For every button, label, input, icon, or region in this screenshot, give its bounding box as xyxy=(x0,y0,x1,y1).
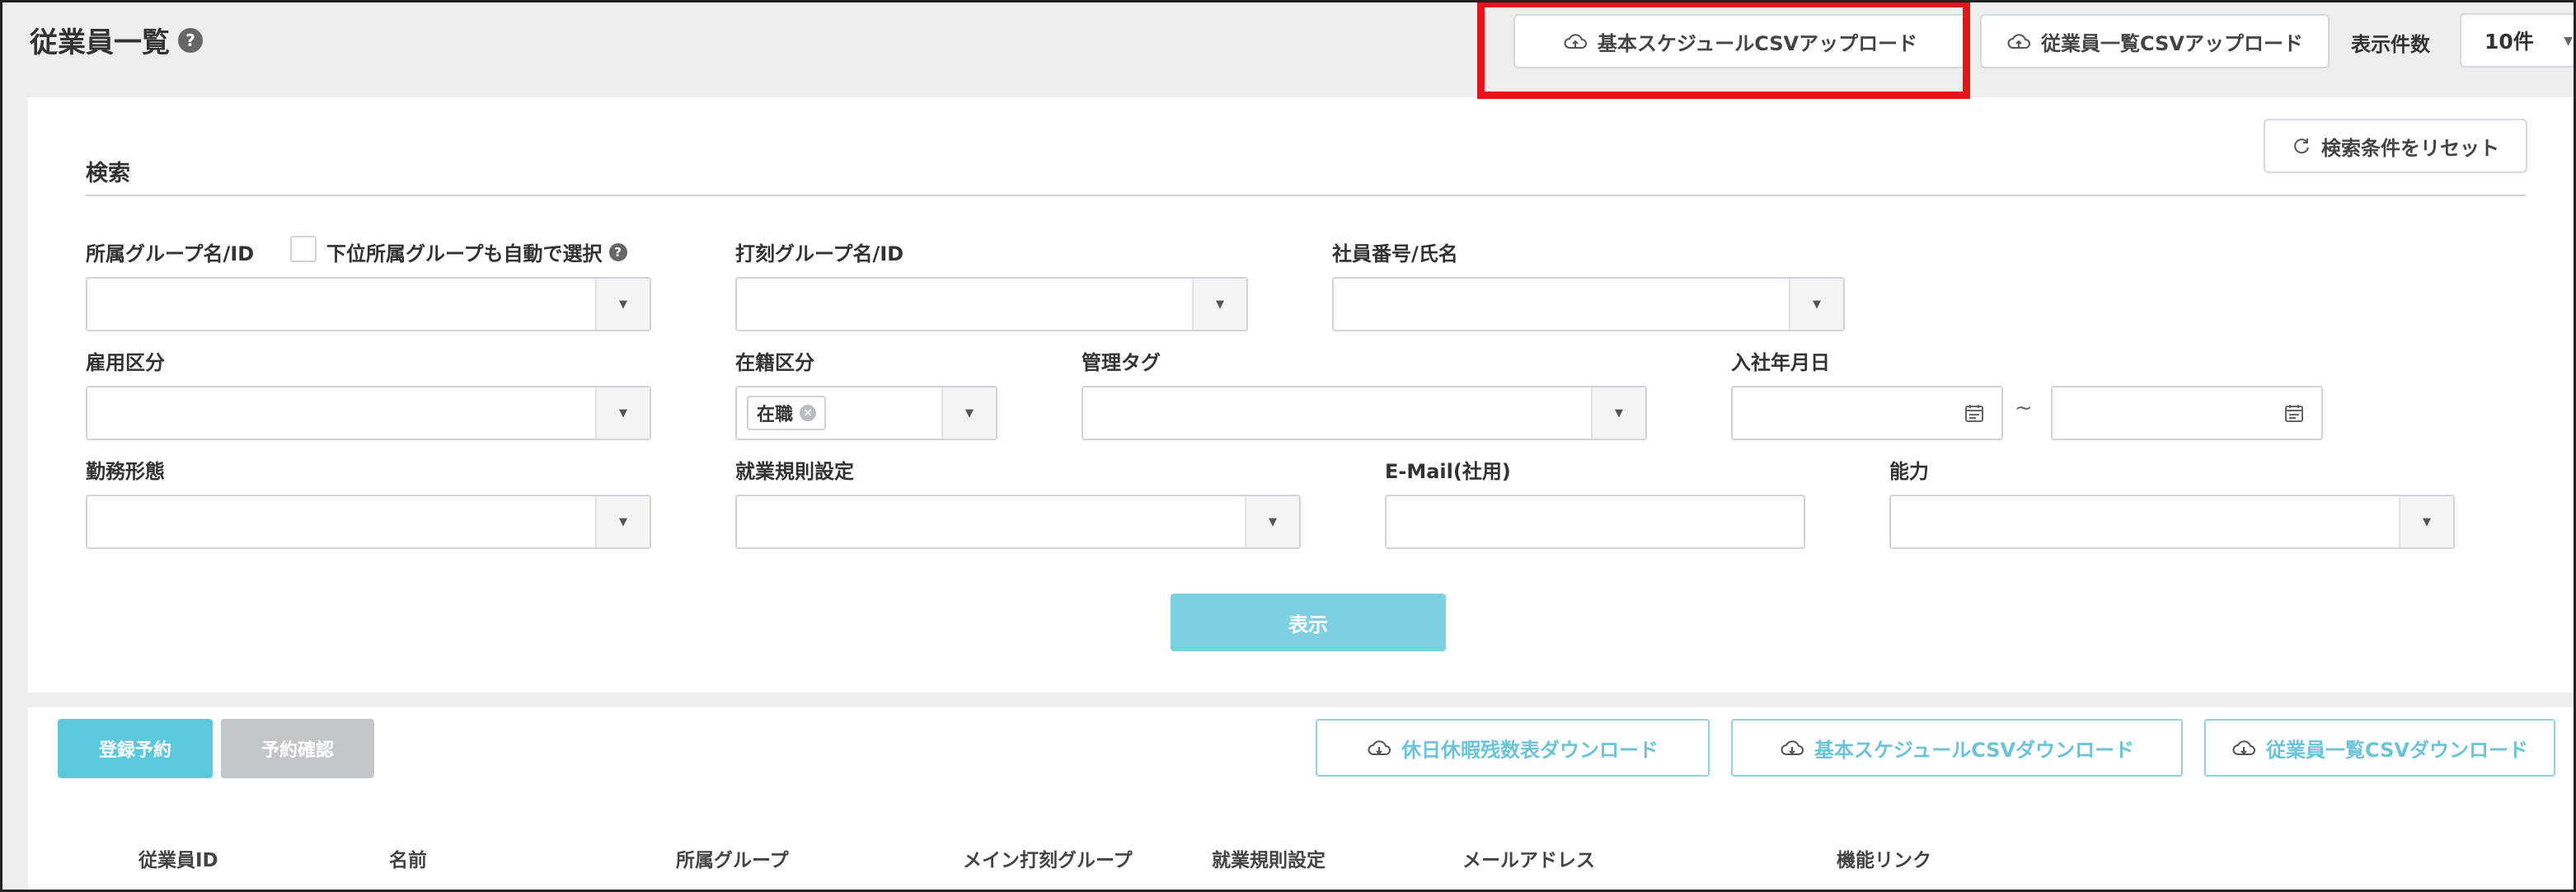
column-header-employee-id[interactable]: 従業員ID xyxy=(138,844,218,872)
group-select[interactable]: ▼ xyxy=(86,277,651,331)
column-header-work-rules[interactable]: 就業規則設定 xyxy=(1212,844,1326,872)
column-header-email[interactable]: メールアドレス xyxy=(1462,844,1595,872)
upload-schedule-csv-label: 基本スケジュールCSVアップロード xyxy=(1597,31,1918,55)
mgmt-tag-label: 管理タグ xyxy=(1082,351,1161,374)
enrollment-label: 在籍区分 xyxy=(735,351,814,374)
auto-select-sub-text: 下位所属グループも自動で選択 xyxy=(326,242,603,265)
hire-date-from-input[interactable] xyxy=(1731,386,2003,440)
column-header-function-links: 機能リンク xyxy=(1837,850,1931,871)
auto-select-sub-checkbox[interactable] xyxy=(290,236,317,262)
calendar-icon xyxy=(1965,405,1983,422)
ability-select[interactable]: ▼ xyxy=(1889,495,2455,549)
page-size-value: 10件 xyxy=(2485,30,2534,54)
work-style-select[interactable]: ▼ xyxy=(86,495,651,549)
page-size-label: 表示件数 xyxy=(2351,33,2430,56)
download-schedule-csv-button[interactable]: 基本スケジュールCSVダウンロード xyxy=(1731,719,2183,777)
hire-date-to-input[interactable] xyxy=(2051,386,2323,440)
email-input[interactable] xyxy=(1385,495,1805,549)
work-rules-select[interactable]: ▼ xyxy=(735,495,1301,549)
work-style-label: 勤務形態 xyxy=(86,460,165,483)
enrollment-select[interactable]: 在職 × ▼ xyxy=(735,386,997,440)
chevron-down-icon: ▼ xyxy=(941,387,996,439)
chevron-down-icon: ▼ xyxy=(595,496,650,547)
reset-search-button[interactable]: 検索条件をリセット xyxy=(2264,119,2527,173)
stamp-group-label: 打刻グループ名/ID xyxy=(735,242,904,265)
chevron-down-icon: ▼ xyxy=(2399,496,2453,547)
auto-select-sub-label: 下位所属グループも自動で選択 ? xyxy=(326,237,627,266)
hire-date-label: 入社年月日 xyxy=(1731,351,1830,374)
reserve-confirm-button[interactable]: 予約確認 xyxy=(221,719,374,778)
cloud-download-icon xyxy=(1781,740,1804,755)
reserve-button[interactable]: 登録予約 xyxy=(58,719,213,778)
download-schedule-csv-label: 基本スケジュールCSVダウンロード xyxy=(1814,738,2135,762)
show-button[interactable]: 表示 xyxy=(1171,594,1446,651)
search-title: 検索 xyxy=(86,161,130,186)
page-title-text: 従業員一覧 xyxy=(30,26,170,59)
divider xyxy=(86,195,2526,196)
chevron-down-icon: ▼ xyxy=(1245,496,1299,547)
employee-no-label: 社員番号/氏名 xyxy=(1332,242,1458,265)
group-label: 所属グループ名/ID xyxy=(86,242,255,265)
search-panel: 検索 検索条件をリセット 所属グループ名/ID 下位所属グループも自動で選択 ?… xyxy=(28,97,2576,692)
page-title: 従業員一覧 ? xyxy=(30,20,203,60)
page-size-select[interactable]: 10件 ▼ xyxy=(2460,13,2576,68)
chevron-down-icon: ▼ xyxy=(2564,35,2573,48)
date-separator: ~ xyxy=(2015,396,2033,420)
upload-employee-csv-button[interactable]: 従業員一覧CSVアップロード xyxy=(1980,14,2330,68)
chevron-down-icon: ▼ xyxy=(1591,387,1645,439)
calendar-icon xyxy=(2285,405,2303,422)
close-icon[interactable]: × xyxy=(800,405,817,421)
help-icon[interactable]: ? xyxy=(608,242,627,261)
download-employee-csv-label: 従業員一覧CSVダウンロード xyxy=(2266,738,2528,762)
work-rules-label: 就業規則設定 xyxy=(735,460,854,483)
download-holiday-label: 休日休暇残数表ダウンロード xyxy=(1401,738,1659,762)
column-header-name[interactable]: 名前 xyxy=(389,844,427,872)
refresh-icon xyxy=(2294,138,2309,154)
enrollment-tag: 在職 × xyxy=(747,396,827,430)
column-header-main-stamp-group[interactable]: メイン打刻グループ xyxy=(963,844,1133,872)
employment-type-select[interactable]: ▼ xyxy=(86,386,651,440)
mgmt-tag-select[interactable]: ▼ xyxy=(1082,386,1647,440)
enrollment-tag-text: 在職 xyxy=(757,405,794,425)
employee-no-select[interactable]: ▼ xyxy=(1332,277,1845,331)
employment-type-label: 雇用区分 xyxy=(86,351,165,374)
chevron-down-icon: ▼ xyxy=(595,279,650,330)
chevron-down-icon: ▼ xyxy=(1789,279,1843,330)
ability-label: 能力 xyxy=(1889,460,1929,483)
stamp-group-select[interactable]: ▼ xyxy=(735,277,1248,331)
cloud-upload-icon xyxy=(1564,34,1587,49)
column-header-group[interactable]: 所属グループ xyxy=(676,844,789,872)
chevron-down-icon: ▼ xyxy=(1192,279,1246,330)
reset-search-label: 検索条件をリセット xyxy=(2321,136,2499,160)
download-employee-csv-button[interactable]: 従業員一覧CSVダウンロード xyxy=(2204,719,2555,777)
download-holiday-button[interactable]: 休日休暇残数表ダウンロード xyxy=(1316,719,1710,777)
upload-employee-csv-label: 従業員一覧CSVアップロード xyxy=(2041,31,2303,55)
upload-schedule-csv-button[interactable]: 基本スケジュールCSVアップロード xyxy=(1513,14,1967,68)
cloud-download-icon xyxy=(1368,740,1391,755)
chevron-down-icon: ▼ xyxy=(595,387,650,439)
email-label: E-Mail(社用) xyxy=(1385,460,1511,483)
cloud-upload-icon xyxy=(2007,34,2030,49)
help-icon[interactable]: ? xyxy=(178,27,203,53)
cloud-download-icon xyxy=(2232,740,2255,755)
